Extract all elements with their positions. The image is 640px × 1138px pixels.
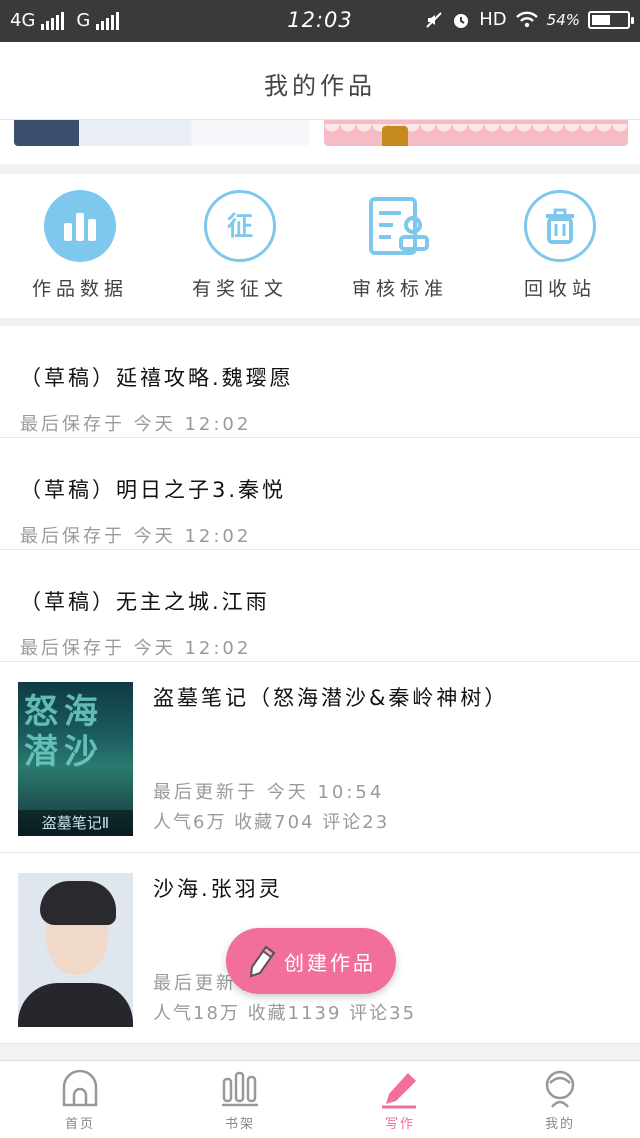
app-header: 我的作品 [0,42,640,120]
book-item[interactable]: 怒海潜沙 盗墓笔记Ⅱ 盗墓笔记（怒海潜沙&秦岭神树） 最后更新于 今天 10:5… [0,662,640,853]
pencil-icon [249,945,276,978]
banner-carousel[interactable] [0,120,640,164]
book-updated-time: 最后更新于 今天 10:54 [153,782,385,803]
draft-saved-time: 最后保存于 今天 12:02 [20,638,252,659]
wifi-icon [515,11,538,27]
pencil-icon [382,1073,416,1109]
tab-label: 书架 [224,1117,255,1132]
book-title: 盗墓笔记（怒海潜沙&秦岭神树） [153,686,509,710]
book-cover[interactable]: 怒海潜沙 盗墓笔记Ⅱ [18,682,133,836]
tab-writing[interactable]: 写作 [320,1061,480,1138]
draft-title: （草稿）明日之子3.秦悦 [20,478,287,502]
trash-icon [524,190,596,262]
book-title: 沙海.张羽灵 [153,877,283,901]
tab-label: 我的 [544,1117,575,1132]
page-title: 我的作品 [264,72,376,100]
action-label: 审核标准 [351,278,448,300]
hd-label: HD [479,9,507,30]
draft-item[interactable]: （草稿）明日之子3.秦悦 最后保存于 今天 12:02 [0,438,640,550]
draft-saved-time: 最后保存于 今天 12:02 [20,414,252,435]
tab-label: 首页 [64,1117,95,1132]
draft-saved-time: 最后保存于 今天 12:02 [20,526,252,547]
action-label: 作品数据 [31,278,128,300]
battery-percent: 54% [546,10,580,29]
mute-icon [426,11,442,28]
draft-title: （草稿）延禧攻略.魏璎愿 [20,366,294,390]
book-cover[interactable] [18,873,133,1027]
banner-image-right[interactable] [324,120,628,146]
home-icon [62,1069,98,1107]
tab-label: 写作 [384,1117,415,1132]
svg-text:征: 征 [227,212,253,242]
book-stats: 人气6万 收藏704 评论23 [153,812,390,833]
draft-title: （草稿）无主之城.江雨 [20,590,270,614]
book-stats: 人气18万 收藏1139 评论35 [153,1003,417,1024]
bottom-tab-bar: 首页 书架 写作 我的 [0,1060,640,1138]
action-label: 有奖征文 [191,278,288,300]
status-bar: 4G G 12:03 HD 54% [0,0,640,42]
create-work-button[interactable]: 创建作品 [226,928,396,994]
cover-subtitle-text: 盗墓笔记Ⅱ [18,810,133,836]
cover-title-text: 怒海潜沙 [24,692,104,772]
tab-home[interactable]: 首页 [0,1061,160,1138]
bookshelf-icon [222,1071,258,1107]
bar-chart-icon [44,190,116,262]
action-contest[interactable]: 征 有奖征文 [160,174,320,318]
tab-bookshelf[interactable]: 书架 [160,1061,320,1138]
battery-icon [588,10,634,29]
contest-icon: 征 [204,190,276,262]
banner-image-left[interactable] [14,120,310,146]
action-work-data[interactable]: 作品数据 [0,174,160,318]
create-work-label: 创建作品 [284,950,376,975]
action-recycle-bin[interactable]: 回收站 [480,174,640,318]
system-indicators: HD 54% [425,9,634,30]
action-review-standard[interactable]: 审核标准 [320,174,480,318]
profile-icon [545,1070,575,1108]
action-label: 回收站 [523,278,596,300]
review-standard-icon [364,190,436,262]
quick-actions: 作品数据 征 有奖征文 审核标准 回收站 [0,174,640,318]
draft-item[interactable]: （草稿）无主之城.江雨 最后保存于 今天 12:02 [0,550,640,662]
alarm-icon [454,13,469,28]
draft-item[interactable]: （草稿）延禧攻略.魏璎愿 最后保存于 今天 12:02 [0,326,640,438]
tab-profile[interactable]: 我的 [480,1061,640,1138]
